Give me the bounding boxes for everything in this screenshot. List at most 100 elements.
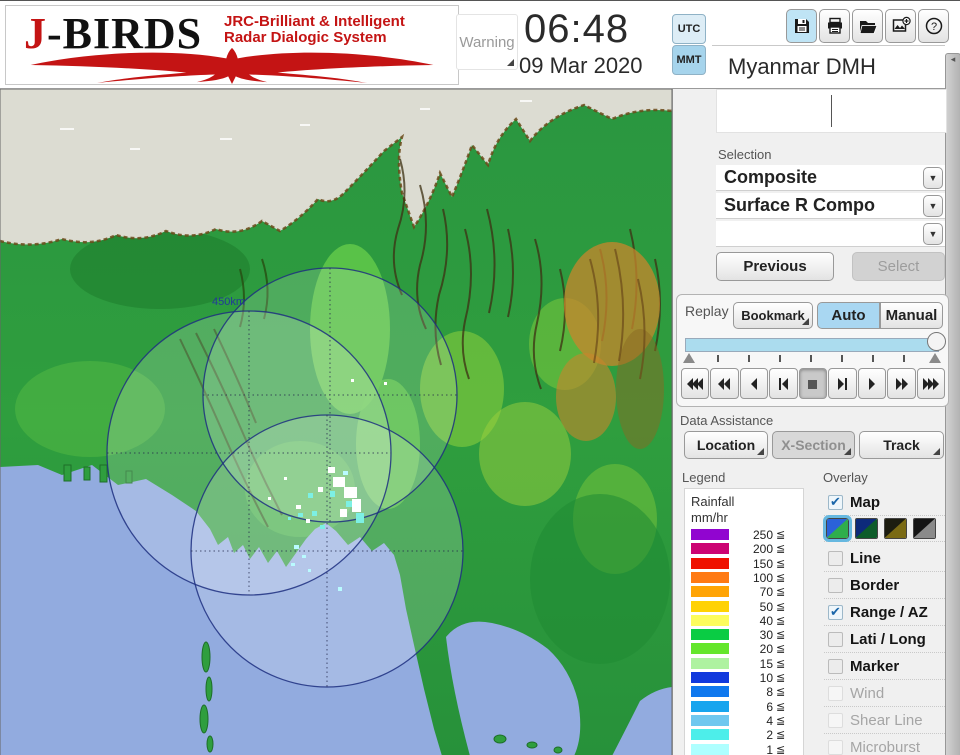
timeline-tick	[748, 355, 750, 362]
legend-value: 50	[733, 600, 773, 614]
checkbox[interactable]: ✔	[828, 495, 843, 510]
legend-value: 40	[733, 614, 773, 628]
checkbox	[828, 686, 843, 701]
legend-lte-symbol: ≦	[776, 743, 785, 755]
dropdown-product[interactable]: Surface R Compo ▼	[716, 193, 945, 219]
clock-date: 09 Mar 2020	[519, 53, 679, 79]
legend-value: 2	[733, 728, 773, 742]
data-assistance-label: Data Assistance	[680, 413, 773, 428]
legend-color-chip	[691, 558, 729, 569]
overlay-item-lati-long[interactable]: Lati / Long	[824, 626, 945, 653]
dropdown-composite-value: Composite	[724, 167, 817, 188]
map-style-swatch[interactable]	[913, 518, 936, 539]
dropdown-composite[interactable]: Composite ▼	[716, 165, 945, 191]
print-button[interactable]	[819, 9, 850, 43]
overlay-item-border[interactable]: Border	[824, 572, 945, 599]
legend-row: 10 ≦	[689, 672, 799, 684]
legend-lte-symbol: ≦	[776, 600, 785, 613]
x-section-button[interactable]: X-Section	[772, 431, 855, 459]
legend-value: 30	[733, 628, 773, 642]
location-button[interactable]: Location	[684, 431, 768, 459]
legend-row: 250 ≦	[689, 529, 799, 541]
legend-value: 6	[733, 700, 773, 714]
forward-fast-button[interactable]	[917, 368, 945, 399]
rewind-fast-button[interactable]	[681, 368, 709, 399]
rewind-icon	[716, 378, 733, 390]
range-end-marker[interactable]	[929, 353, 941, 363]
add-image-icon	[891, 16, 911, 36]
legend-value: 150	[733, 557, 773, 571]
forward-button[interactable]	[887, 368, 915, 399]
chevron-down-icon[interactable]: ▼	[923, 195, 943, 217]
legend-value: 200	[733, 542, 773, 556]
text-cursor	[831, 95, 832, 127]
add-image-button[interactable]	[885, 9, 916, 43]
overlay-item-line[interactable]: Line	[824, 545, 945, 572]
map-style-swatch[interactable]	[884, 518, 907, 539]
checkbox	[828, 713, 843, 728]
play-backward-button[interactable]	[740, 368, 768, 399]
open-folder-button[interactable]	[852, 9, 883, 43]
overlay-item-label: Microburst	[850, 739, 920, 755]
play-forward-button[interactable]	[858, 368, 886, 399]
mmt-button[interactable]: MMT	[672, 45, 706, 75]
forward-icon	[893, 378, 910, 390]
step-first-button[interactable]	[769, 368, 797, 399]
overlay-item-range-az[interactable]: ✔ Range / AZ	[824, 599, 945, 626]
manual-mode-button[interactable]: Manual	[880, 302, 943, 329]
checkbox[interactable]	[828, 551, 843, 566]
radar-map[interactable]: 450km	[0, 89, 673, 755]
legend-color-chip	[691, 729, 729, 740]
overlay-item-label: Range / AZ	[850, 604, 928, 621]
checkbox[interactable]	[828, 632, 843, 647]
save-button[interactable]	[786, 9, 817, 43]
legend-row: 200 ≦	[689, 543, 799, 555]
overlay-item-label: Lati / Long	[850, 631, 926, 648]
eagle-logo-icon	[16, 46, 448, 84]
map-style-swatch[interactable]	[826, 518, 849, 539]
legend-row: 30 ≦	[689, 629, 799, 641]
warning-button[interactable]: Warning	[456, 14, 518, 70]
checkbox[interactable]	[828, 659, 843, 674]
replay-progress-track[interactable]	[685, 338, 939, 352]
step-last-icon	[834, 378, 851, 390]
dropdown-product-value: Surface R Compo	[724, 195, 875, 216]
help-button[interactable]: ?	[918, 9, 949, 43]
checkbox[interactable]	[828, 578, 843, 593]
station-name: Myanmar DMH	[716, 49, 945, 85]
select-button[interactable]: Select	[852, 252, 945, 281]
station-text-input[interactable]	[716, 89, 947, 133]
overlay-item-label: Map	[850, 494, 880, 511]
open-folder-icon	[858, 16, 878, 36]
bookmark-button[interactable]: Bookmark	[733, 302, 813, 329]
utc-button[interactable]: UTC	[672, 14, 706, 44]
track-button[interactable]: Track	[859, 431, 944, 459]
stop-button[interactable]	[799, 368, 827, 399]
previous-button[interactable]: Previous	[716, 252, 834, 281]
legend-row: 2 ≦	[689, 729, 799, 741]
rainfall-legend: Rainfall mm/hr 250 ≦ 200 ≦ 150 ≦ 100 ≦ 7…	[684, 488, 804, 755]
step-last-button[interactable]	[828, 368, 856, 399]
overlay-item-marker[interactable]: Marker	[824, 653, 945, 680]
timeline-tick	[872, 355, 874, 362]
legend-color-chip	[691, 744, 729, 755]
rewind-button[interactable]	[710, 368, 738, 399]
range-ring-label: 450km	[212, 296, 245, 308]
legend-label: Legend	[682, 470, 725, 485]
legend-lte-symbol: ≦	[776, 557, 785, 570]
dropdown-empty[interactable]: ▼	[716, 221, 945, 247]
overlay-item-map[interactable]: ✔ Map	[824, 489, 945, 516]
overlay-item-label: Marker	[850, 658, 899, 675]
map-style-swatch[interactable]	[855, 518, 878, 539]
chevron-down-icon[interactable]: ▼	[923, 223, 943, 245]
range-start-marker[interactable]	[683, 353, 695, 363]
legend-color-chip	[691, 629, 729, 640]
auto-mode-button[interactable]: Auto	[817, 302, 880, 329]
legend-row: 8 ≦	[689, 686, 799, 698]
legend-color-chip	[691, 643, 729, 654]
chevron-down-icon[interactable]: ▼	[923, 167, 943, 189]
legend-row: 1 ≦	[689, 744, 799, 755]
checkbox[interactable]: ✔	[828, 605, 843, 620]
rewind-fast-icon	[687, 378, 704, 390]
replay-progress-thumb[interactable]	[927, 332, 946, 351]
